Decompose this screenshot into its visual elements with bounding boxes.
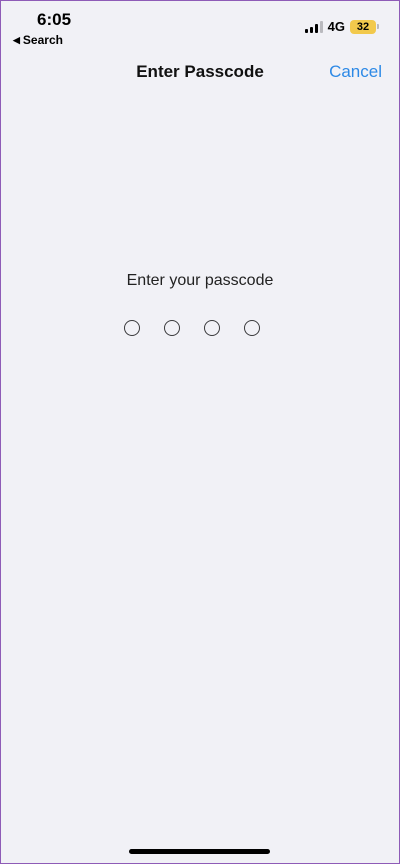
back-arrow-icon: ◀ [13,34,20,45]
passcode-prompt: Enter your passcode [126,272,274,289]
status-indicators: 4G 32 [304,19,379,34]
passcode-dot [204,320,220,336]
passcode-dot [124,320,140,336]
home-indicator[interactable] [129,849,270,854]
passcode-dot [244,320,260,336]
battery-icon: 32 [350,19,379,34]
battery-level: 32 [350,19,376,34]
passcode-dots[interactable] [124,320,260,336]
back-link-label: Search [22,33,63,47]
cellular-signal-icon [304,20,323,33]
passcode-dot [164,320,180,336]
network-type: 4G [327,19,345,34]
back-to-search-link[interactable]: ◀ Search [13,33,63,47]
cancel-button[interactable]: Cancel [329,62,382,82]
status-time: 6:05 [37,10,72,29]
passcode-screen: 6:05 ◀ Search 4G 32 Enter Passcode Cance… [0,0,400,864]
